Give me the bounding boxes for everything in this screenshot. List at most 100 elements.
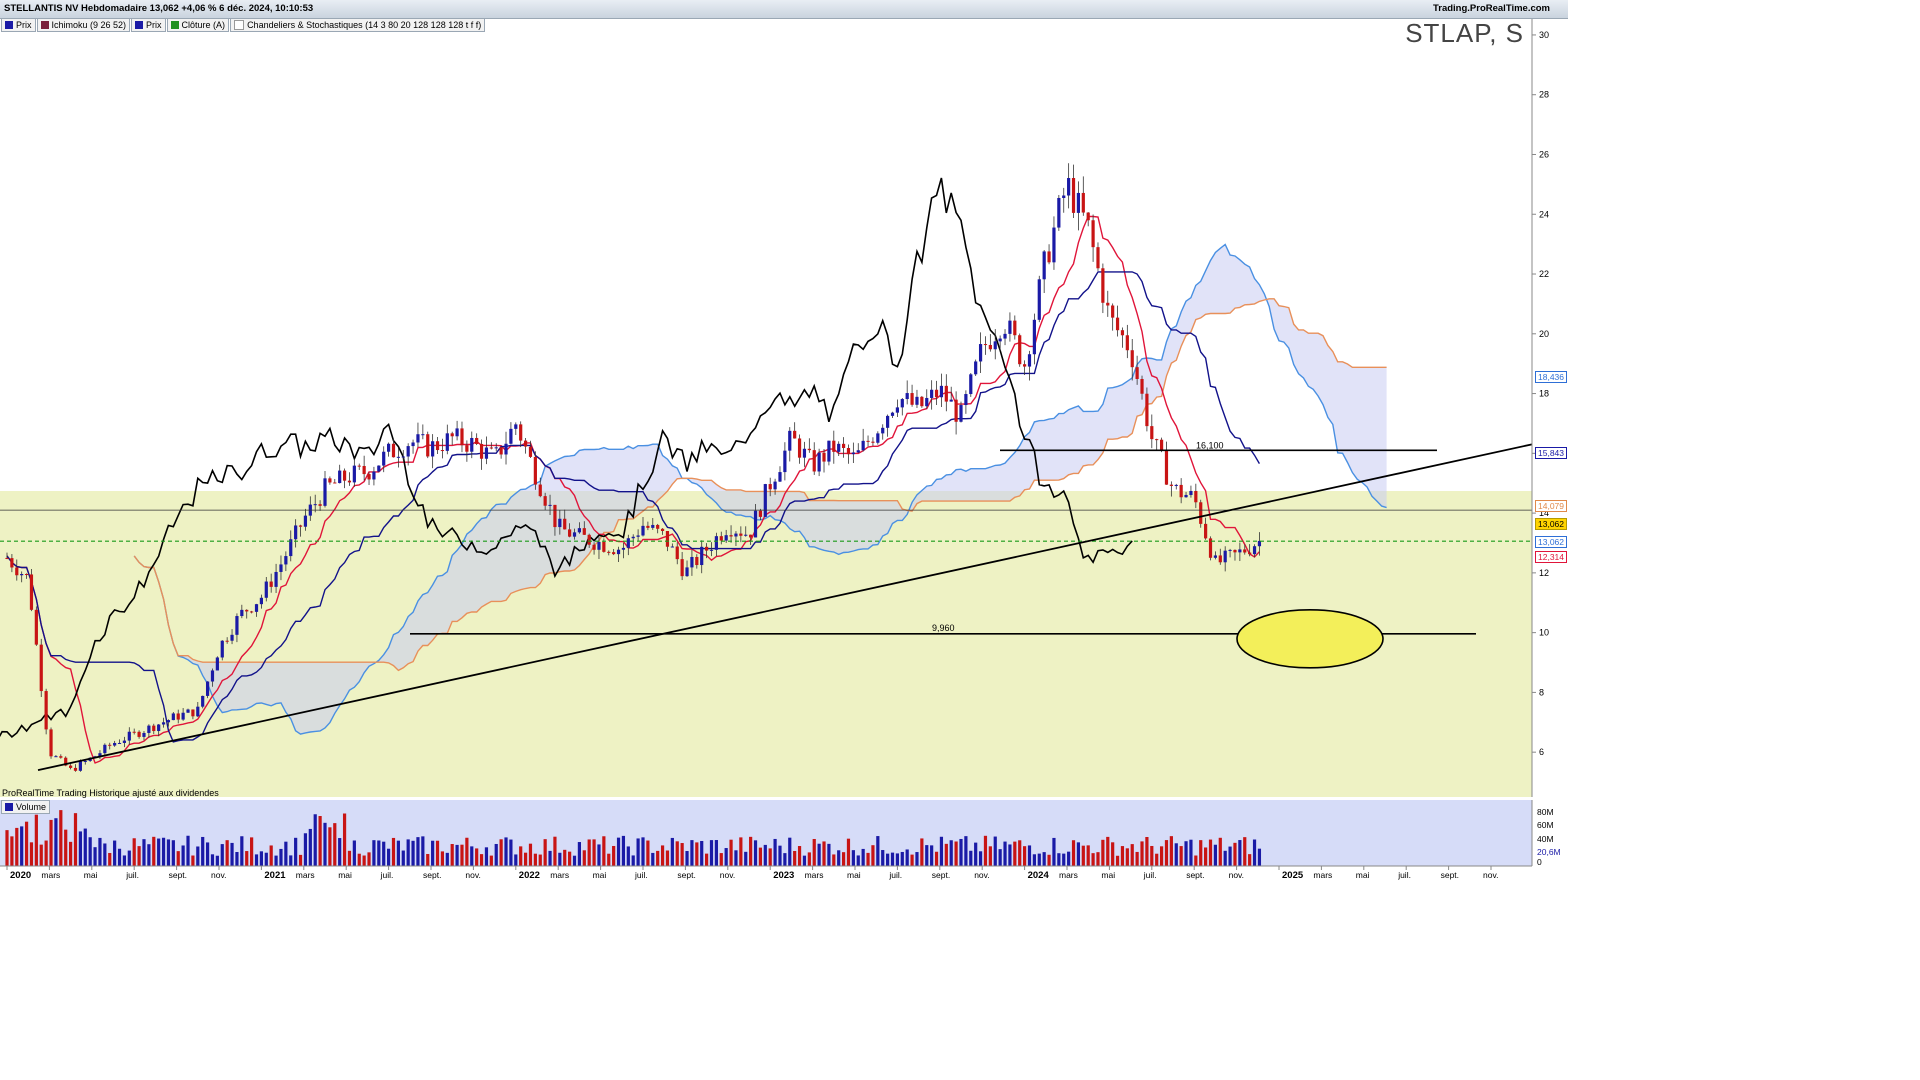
volume-bar: [196, 846, 200, 866]
volume-bar: [974, 842, 978, 866]
volume-bar: [284, 841, 288, 866]
volume-bar: [690, 840, 694, 866]
volume-bar: [1008, 844, 1012, 866]
volume-bar: [416, 837, 420, 866]
volume-bar: [215, 855, 219, 866]
volume-bar: [788, 837, 792, 866]
volume-bar: [890, 852, 895, 866]
volume-bar: [1062, 853, 1066, 866]
volume-bar: [240, 836, 244, 866]
volume-bar: [259, 851, 263, 866]
volume-bar: [181, 845, 185, 866]
time-tick-label: nov.: [211, 870, 226, 880]
legend-price[interactable]: Prix: [1, 18, 36, 32]
volume-bar: [729, 839, 733, 866]
volume-bar: [191, 855, 195, 866]
volume-bar: [64, 829, 68, 866]
volume-bar: [626, 846, 630, 866]
volume-bar: [264, 852, 268, 866]
volume-bar: [797, 846, 802, 866]
volume-bar: [1018, 840, 1022, 866]
volume-bar: [837, 850, 841, 866]
volume-bar: [993, 836, 997, 866]
legend-price-2[interactable]: Prix: [131, 18, 166, 32]
volume-chart[interactable]: 80M 60M 40M 20,6M0 2020 mars mai juil. sept. nov…: [0, 0, 1568, 882]
volume-bar: [1233, 842, 1237, 866]
color-swatch: [40, 21, 49, 29]
volume-bar: [103, 843, 107, 866]
time-tick-label: sept.: [423, 870, 441, 880]
volume-bar: [705, 853, 709, 866]
legend-candles-stoch[interactable]: Chandeliers & Stochastiques (14 3 80 20 …: [230, 18, 486, 32]
volume-bar: [582, 850, 586, 866]
volume-bar: [969, 850, 973, 866]
volume-bar: [1047, 854, 1051, 866]
volume-bar: [161, 837, 166, 866]
volume-bar: [93, 847, 97, 866]
volume-bar: [230, 842, 234, 866]
time-tick-label: juil.: [380, 870, 394, 880]
volume-bar: [910, 854, 914, 866]
volume-bar: [1057, 853, 1061, 866]
volume-bar: [298, 854, 303, 866]
time-tick-label: 2021: [264, 870, 286, 881]
volume-bar: [220, 844, 224, 866]
volume-bar: [876, 836, 880, 866]
volume-bar: [5, 830, 9, 866]
volume-bar: [528, 843, 533, 866]
volume-bar: [680, 843, 684, 866]
volume-bar: [1194, 855, 1198, 866]
volume-bar: [744, 851, 748, 866]
legend-label: Chandeliers & Stochastiques (14 3 80 20 …: [247, 20, 482, 30]
volume-bar: [289, 855, 293, 866]
volume-bar: [514, 854, 518, 866]
volume-legend[interactable]: Volume: [1, 800, 51, 814]
volume-bar: [1145, 837, 1149, 866]
time-tick-label: 2023: [773, 870, 794, 881]
volume-bar: [59, 810, 63, 866]
volume-bar: [147, 844, 151, 866]
volume-bar: [391, 837, 396, 866]
volume-bar: [132, 838, 136, 866]
volume-bar: [925, 845, 929, 866]
volume-bar: [724, 848, 728, 866]
volume-bar: [98, 837, 102, 866]
volume-bar: [695, 842, 699, 866]
volume-bar: [108, 852, 112, 866]
volume-bar: [1013, 841, 1017, 866]
volume-bar: [210, 854, 215, 866]
volume-bar: [470, 846, 474, 866]
volume-bar: [176, 851, 180, 866]
time-tick-label: sept.: [1441, 870, 1459, 880]
volume-bar: [553, 836, 557, 866]
legend-close[interactable]: Clôture (A): [166, 18, 230, 32]
volume-bar: [15, 827, 19, 866]
volume-bar: [749, 836, 753, 866]
volume-bar: [812, 838, 816, 866]
volume-bar: [127, 850, 131, 866]
volume-bar: [802, 855, 807, 866]
volume-bar: [646, 840, 650, 866]
volume-bar: [333, 823, 337, 866]
volume-bar: [1096, 852, 1100, 866]
volume-bar: [362, 855, 366, 866]
brand-label[interactable]: Trading.ProRealTime.com: [1433, 3, 1550, 14]
time-tick-label: juil.: [1397, 870, 1411, 880]
volume-bar: [895, 853, 899, 866]
volume-bar: [29, 842, 34, 866]
volume-bar: [675, 841, 679, 866]
volume-bar: [538, 854, 542, 866]
time-axis: 2020 mars mai juil. sept. nov. 2021 mars mai juil…: [0, 865, 1532, 881]
volume-bar: [313, 814, 317, 866]
volume-bar: [377, 840, 381, 866]
volume-bar: [39, 844, 43, 866]
volume-bar: [1125, 848, 1129, 866]
volume-bar: [988, 846, 992, 866]
legend-label: Clôture (A): [181, 20, 226, 30]
legend-ichimoku[interactable]: Ichimoku (9 26 52): [36, 18, 131, 32]
time-tick-label: mai: [593, 870, 607, 880]
volume-bar: [1023, 846, 1027, 866]
volume-bar: [949, 840, 953, 866]
volume-bar: [954, 841, 958, 866]
time-tick-label: 2022: [519, 870, 540, 881]
